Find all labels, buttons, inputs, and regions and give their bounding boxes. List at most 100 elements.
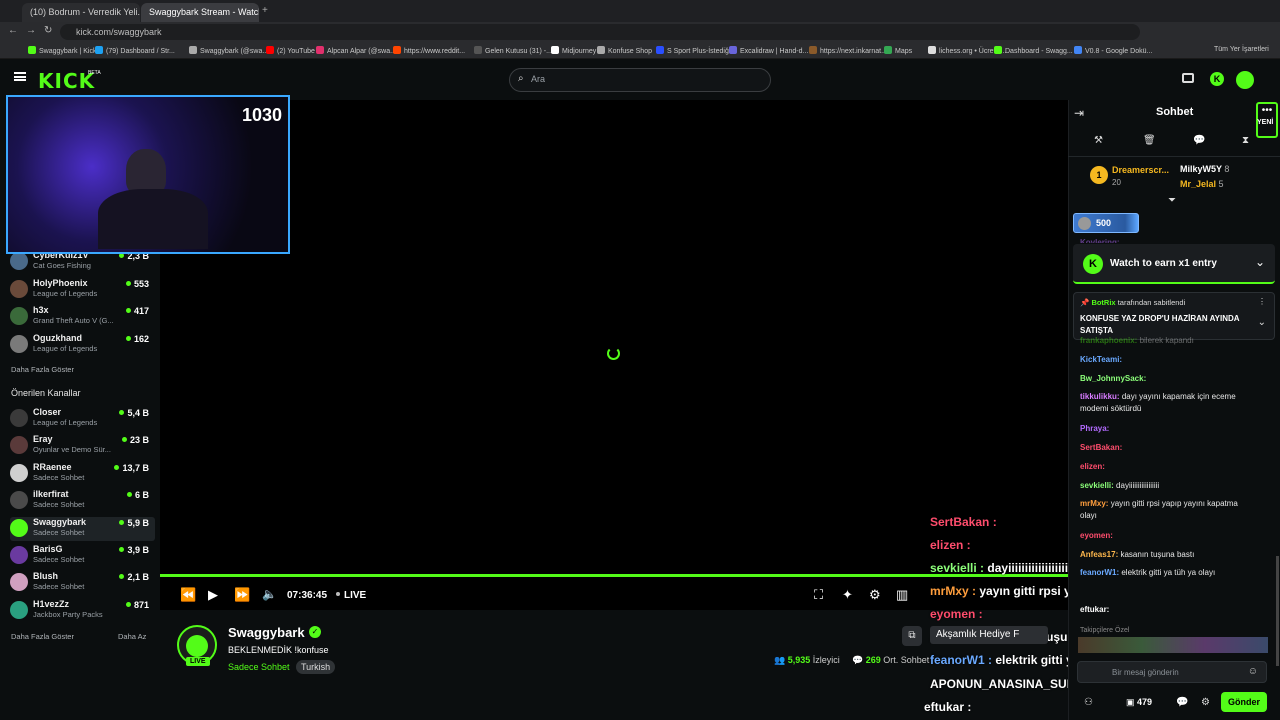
bookmark-item[interactable]: (79) Dashboard / Str... bbox=[95, 46, 175, 55]
browser-tab[interactable]: (10) Bodrum - Verredik Yeli... bbox=[22, 3, 140, 22]
users-icon[interactable]: ⚇ bbox=[1084, 697, 1093, 708]
kick-coin-icon[interactable]: K bbox=[1210, 72, 1224, 86]
show-more-button[interactable]: Daha Fazla Göster bbox=[11, 365, 74, 374]
sidebar-channel-holyphoenix[interactable]: HolyPhoenix League of Legends 553 bbox=[10, 278, 155, 302]
all-bookmarks[interactable]: Tüm Yer İşaretleri bbox=[1214, 46, 1269, 53]
bookmark-favicon-icon bbox=[597, 46, 605, 54]
chat-username[interactable]: mrMxy: bbox=[1080, 499, 1108, 508]
channel-name[interactable]: Swaggybark bbox=[228, 625, 305, 640]
hourglass-icon[interactable]: ⧗ bbox=[1242, 135, 1249, 146]
bookmark-item[interactable]: Excalidraw | Hand-d... bbox=[729, 46, 808, 55]
menu-icon[interactable] bbox=[14, 72, 26, 81]
new-label: YENİ bbox=[1257, 119, 1274, 126]
chat-username[interactable]: sevkielli: bbox=[1080, 481, 1114, 490]
sidebar-channel-eray[interactable]: Eray Oyunlar ve Demo Sür... 23 B bbox=[10, 434, 155, 458]
leader-name-3[interactable]: Mr_Jelal 5 bbox=[1180, 179, 1224, 189]
chat-username[interactable]: KickTeami: bbox=[1080, 355, 1122, 364]
sidebar-channel-h3x[interactable]: h3x Grand Theft Auto V (G... 417 bbox=[10, 305, 155, 329]
chat-username[interactable]: SertBakan: bbox=[1080, 443, 1122, 452]
fast-forward-icon[interactable]: ⏩ bbox=[234, 587, 250, 603]
show-less-button[interactable]: Daha Az bbox=[118, 632, 146, 641]
unpin-icon[interactable]: ⋮ bbox=[1258, 297, 1266, 306]
watch-to-earn-card[interactable]: K Watch to earn x1 entry ⌄ bbox=[1073, 244, 1275, 284]
forward-icon[interactable]: → bbox=[26, 25, 36, 36]
sidebar-channel-closer[interactable]: Closer League of Legends 5,4 B bbox=[10, 407, 155, 431]
bookmark-item[interactable]: Swaggybark | Kick bbox=[28, 46, 96, 55]
chat-gear-icon[interactable]: ⚙ bbox=[1201, 697, 1210, 708]
send-button[interactable]: Gönder bbox=[1221, 692, 1267, 712]
gift-icon[interactable] bbox=[1182, 73, 1194, 83]
popout-icon[interactable]: ⧉ bbox=[902, 626, 922, 646]
chat-username[interactable]: eftukar: bbox=[1080, 605, 1109, 614]
points-display[interactable]: ▣ 479 bbox=[1126, 697, 1152, 708]
sidebar-channel-ilkerfirat[interactable]: ilkerfirat Sadece Sohbet 6 B bbox=[10, 489, 155, 513]
browser-tab-active[interactable]: Swaggybark Stream - Watch L... bbox=[141, 3, 259, 22]
chat-options-button[interactable]: ••• YENİ bbox=[1256, 102, 1278, 138]
language-tag[interactable]: Turkish bbox=[296, 660, 336, 674]
bookmark-item[interactable]: Midjourney bbox=[551, 46, 596, 55]
bookmark-item[interactable]: V0.8 - Google Dokü... bbox=[1074, 46, 1152, 55]
chat-input[interactable]: Bir mesaj gönderin ☺ bbox=[1077, 661, 1267, 683]
bookmark-label: V0.8 - Google Dokü... bbox=[1085, 48, 1153, 55]
emoji-icon[interactable]: ☺ bbox=[1248, 666, 1258, 677]
reload-icon[interactable]: ↻ bbox=[44, 25, 52, 36]
chat-username[interactable]: Kovlering: bbox=[1080, 238, 1120, 243]
bookmark-item[interactable]: Swaggybark (@swa... bbox=[189, 46, 268, 55]
user-avatar[interactable] bbox=[1236, 71, 1254, 89]
chat-username[interactable]: Phraya: bbox=[1080, 424, 1109, 433]
bookmark-item[interactable]: Alpcan Alpar (@swa... bbox=[316, 46, 396, 55]
bookmark-item[interactable]: Maps bbox=[884, 46, 912, 55]
kick-logo[interactable]: KICK bbox=[38, 69, 95, 93]
chat-bubble-icon[interactable]: 💬 bbox=[1193, 135, 1205, 146]
clip-icon[interactable]: ⛶ bbox=[814, 587, 823, 603]
chat-message: eftukar: bbox=[1080, 604, 1255, 616]
hammer-icon[interactable]: ⚒ bbox=[1094, 135, 1103, 146]
show-more-button-2[interactable]: Daha Fazla Göster bbox=[11, 632, 74, 641]
play-icon[interactable]: ▶ bbox=[208, 587, 218, 603]
trash-icon[interactable]: 🗑 bbox=[1143, 135, 1156, 146]
back-icon[interactable]: ← bbox=[8, 25, 18, 36]
chat-username[interactable]: frankaphoenix: bbox=[1080, 336, 1137, 345]
bookmark-item[interactable]: https://next.inkarnat... bbox=[809, 46, 887, 55]
chat-username[interactable]: Anfeas17: bbox=[1080, 550, 1118, 559]
chat-scrollbar[interactable] bbox=[1276, 556, 1279, 666]
rewind-icon[interactable]: ⏪ bbox=[180, 587, 196, 603]
bookmark-item[interactable]: Dashboard - Swagg... bbox=[994, 46, 1073, 55]
bookmark-item[interactable]: Konfuse Shop bbox=[597, 46, 652, 55]
volume-icon[interactable]: 🔈 bbox=[262, 587, 277, 601]
bookmark-item[interactable]: Gelen Kutusu (31) -... bbox=[474, 46, 552, 55]
sparkle-icon[interactable]: ✦ bbox=[842, 587, 853, 603]
sidebar-channel-rraenee[interactable]: RRaenee Sadece Sohbet 13,7 B bbox=[10, 462, 155, 486]
collapse-chat-icon[interactable]: ⇥ bbox=[1074, 106, 1084, 120]
chat-username[interactable]: elizen: bbox=[1080, 462, 1105, 471]
expand-icon[interactable]: ⌄ bbox=[1258, 317, 1266, 328]
leader-name-2[interactable]: MilkyW5Y 8 bbox=[1180, 164, 1229, 174]
viewer-count: 6 B bbox=[127, 490, 149, 500]
filter-icon[interactable]: ⏷ bbox=[1168, 195, 1176, 206]
sidebar-channel-swaggybark[interactable]: Swaggybark Sadece Sohbet 5,9 B bbox=[10, 516, 155, 541]
settings-icon[interactable]: ⚙ bbox=[869, 587, 881, 603]
bookmark-item[interactable]: https://www.reddit... bbox=[393, 46, 465, 55]
chat-username[interactable]: Bw_JohnnySack: bbox=[1080, 374, 1146, 383]
chat-username[interactable]: eyomen: bbox=[1080, 531, 1113, 540]
search-input[interactable]: ⌕ Ara bbox=[509, 68, 771, 92]
emote-row[interactable] bbox=[1078, 637, 1268, 653]
sidebar-channel-blush[interactable]: Blush Sadece Sohbet 2,1 B bbox=[10, 571, 155, 595]
stream-category[interactable]: Sadece Sohbet bbox=[228, 662, 290, 672]
url-field[interactable]: kick.com/swaggybark bbox=[60, 24, 1140, 40]
chat-username[interactable]: tikkulikku: bbox=[1080, 392, 1120, 401]
bookmark-item[interactable]: (2) YouTube bbox=[266, 46, 315, 55]
chat-settings-bubble-icon[interactable]: 💬 bbox=[1176, 697, 1188, 708]
leader-3-score: 5 bbox=[1218, 179, 1224, 189]
chat-username[interactable]: feanorW1: bbox=[1080, 568, 1119, 577]
sidebar-channel-oguzkhand[interactable]: Oguzkhand League of Legends 162 bbox=[10, 333, 155, 357]
chat-message: Phraya: bbox=[1080, 423, 1255, 435]
gift-goal-bar[interactable]: 500 bbox=[1073, 213, 1139, 233]
theater-icon[interactable]: ▥ bbox=[896, 587, 908, 603]
bookmark-item[interactable]: S Sport Plus-İstediği... bbox=[656, 46, 736, 55]
live-badge: LIVE bbox=[186, 657, 210, 666]
leader-name[interactable]: Dreamerscr... bbox=[1112, 165, 1169, 175]
sidebar-channel-barisg[interactable]: BarisG Sadece Sohbet 3,9 B bbox=[10, 544, 155, 568]
sidebar-channel-h1vezzz[interactable]: H1vezZz Jackbox Party Packs 871 bbox=[10, 599, 155, 623]
new-tab-icon[interactable]: + bbox=[262, 5, 268, 16]
